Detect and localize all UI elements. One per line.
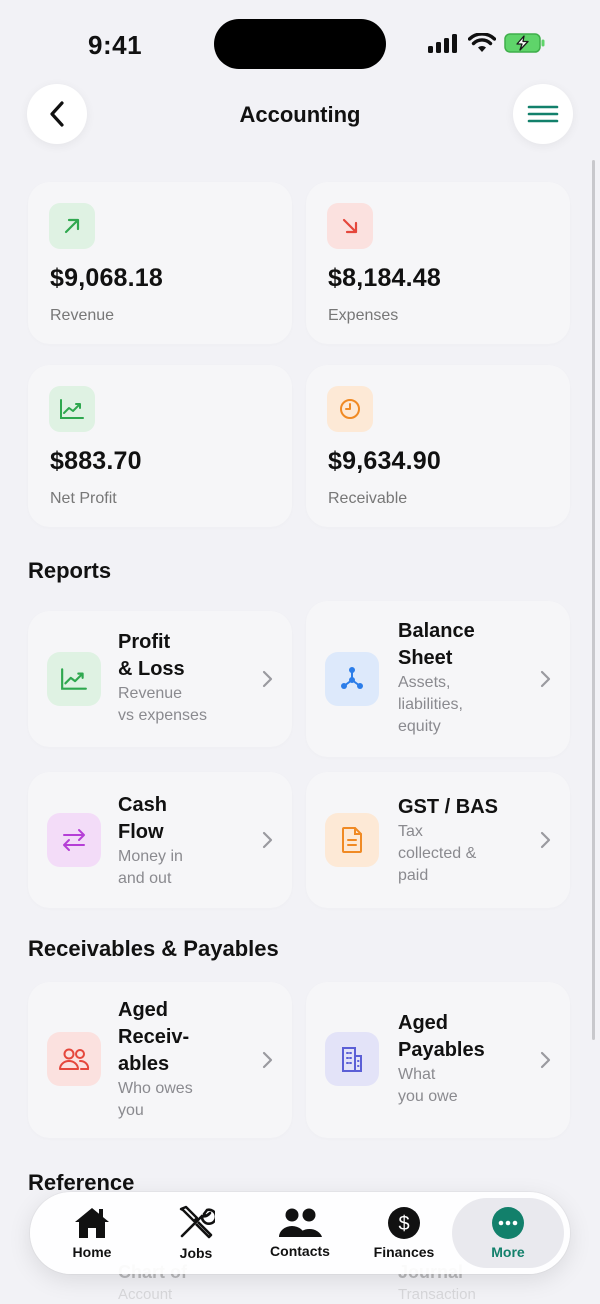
chevron-right-icon — [540, 1051, 551, 1069]
stat-value: $8,184.48 — [328, 264, 442, 292]
clock-icon — [327, 386, 373, 432]
stat-card-receivable[interactable]: $9,634.90 Receivable — [306, 365, 570, 527]
report-subtitle: Assets, liabilities, equity — [398, 674, 463, 735]
section-title-reports: Reports — [28, 558, 112, 583]
tab-home[interactable]: Home — [50, 1192, 134, 1274]
status-time: 9:41 — [88, 30, 143, 60]
stat-value: $9,068.18 — [50, 264, 164, 292]
stat-label: Revenue — [50, 307, 115, 324]
report-card-gst-bas[interactable]: GST / BAS Tax collected & paid — [306, 772, 570, 908]
report-title: GST / BAS — [398, 796, 499, 818]
tab-more[interactable]: More — [452, 1198, 564, 1268]
arrow-down-right-icon — [327, 203, 373, 249]
card-aged-payables[interactable]: Aged Payables What you owe — [306, 982, 570, 1138]
tab-label: More — [491, 1244, 525, 1260]
wifi-icon — [468, 33, 496, 52]
chevron-right-icon — [262, 831, 273, 849]
arrow-up-right-icon — [49, 203, 95, 249]
report-subtitle: Tax collected & paid — [398, 823, 477, 884]
section-title-receivables: Receivables & Payables — [28, 936, 279, 961]
card-title: Aged Payables — [398, 1012, 485, 1061]
battery-icon — [504, 33, 545, 53]
report-title: Cash Flow — [118, 794, 167, 843]
tab-label: Finances — [373, 1244, 435, 1260]
card-aged-receivables[interactable]: Aged Receiv- ables Who owes you — [28, 982, 292, 1138]
dynamic-island — [214, 19, 386, 69]
nodes-icon — [325, 652, 379, 706]
stat-value: $883.70 — [50, 447, 142, 475]
reference-item-subtitle: Transaction — [398, 1286, 476, 1303]
tab-finances[interactable]: $ Finances — [362, 1192, 446, 1274]
stat-card-expenses[interactable]: $8,184.48 Expenses — [306, 182, 570, 344]
status-bar: 9:41 — [0, 0, 600, 80]
swap-arrows-icon — [47, 813, 101, 867]
tab-label: Home — [72, 1244, 112, 1260]
report-card-cash-flow[interactable]: Cash Flow Money in and out — [28, 772, 292, 908]
reference-item-subtitle: Account — [118, 1286, 173, 1303]
more-icon — [492, 1207, 524, 1239]
stat-label: Expenses — [328, 307, 399, 324]
stat-label: Receivable — [328, 490, 408, 507]
chevron-right-icon — [540, 670, 551, 688]
dollar-icon: $ — [388, 1207, 420, 1239]
report-subtitle: Revenue vs expenses — [118, 685, 207, 724]
stat-card-revenue[interactable]: $9,068.18 Revenue — [28, 182, 292, 344]
report-card-profit-loss[interactable]: Profit & Loss Revenue vs expenses — [28, 611, 292, 747]
menu-button[interactable] — [513, 84, 573, 144]
document-icon — [325, 813, 379, 867]
people-icon — [47, 1032, 101, 1086]
report-title: Profit & Loss — [118, 631, 185, 680]
card-subtitle: What you owe — [398, 1066, 458, 1105]
stat-value: $9,634.90 — [328, 447, 442, 475]
stat-card-net-profit[interactable]: $883.70 Net Profit — [28, 365, 292, 527]
tab-contacts[interactable]: Contacts — [258, 1192, 342, 1274]
card-title: Aged Receiv- ables — [118, 999, 190, 1075]
home-icon — [75, 1208, 109, 1238]
trend-chart-icon — [47, 652, 101, 706]
signal-icon — [428, 34, 457, 53]
tab-bar: Home Jobs Contacts $ Finances More — [30, 1192, 570, 1274]
people-icon — [279, 1208, 322, 1237]
chevron-right-icon — [540, 831, 551, 849]
tab-label: Contacts — [270, 1243, 330, 1259]
card-subtitle: Who owes you — [118, 1080, 193, 1119]
report-card-balance-sheet[interactable]: Balance Sheet Assets, liabilities, equit… — [306, 601, 570, 757]
navigation-bar: Accounting — [0, 84, 600, 148]
building-icon — [325, 1032, 379, 1086]
tab-label: Jobs — [179, 1245, 213, 1261]
svg-text:$: $ — [398, 1213, 409, 1235]
hamburger-icon — [527, 105, 559, 123]
chevron-right-icon — [262, 1051, 273, 1069]
status-icons — [428, 32, 546, 54]
report-subtitle: Money in and out — [118, 848, 183, 887]
trend-chart-icon — [49, 386, 95, 432]
stat-label: Net Profit — [50, 490, 117, 507]
scrollbar[interactable] — [592, 160, 595, 1040]
tools-icon — [179, 1205, 215, 1239]
page-title: Accounting — [239, 102, 361, 127]
report-title: Balance Sheet — [398, 620, 475, 669]
chevron-right-icon — [262, 670, 273, 688]
tab-jobs[interactable]: Jobs — [154, 1192, 238, 1274]
